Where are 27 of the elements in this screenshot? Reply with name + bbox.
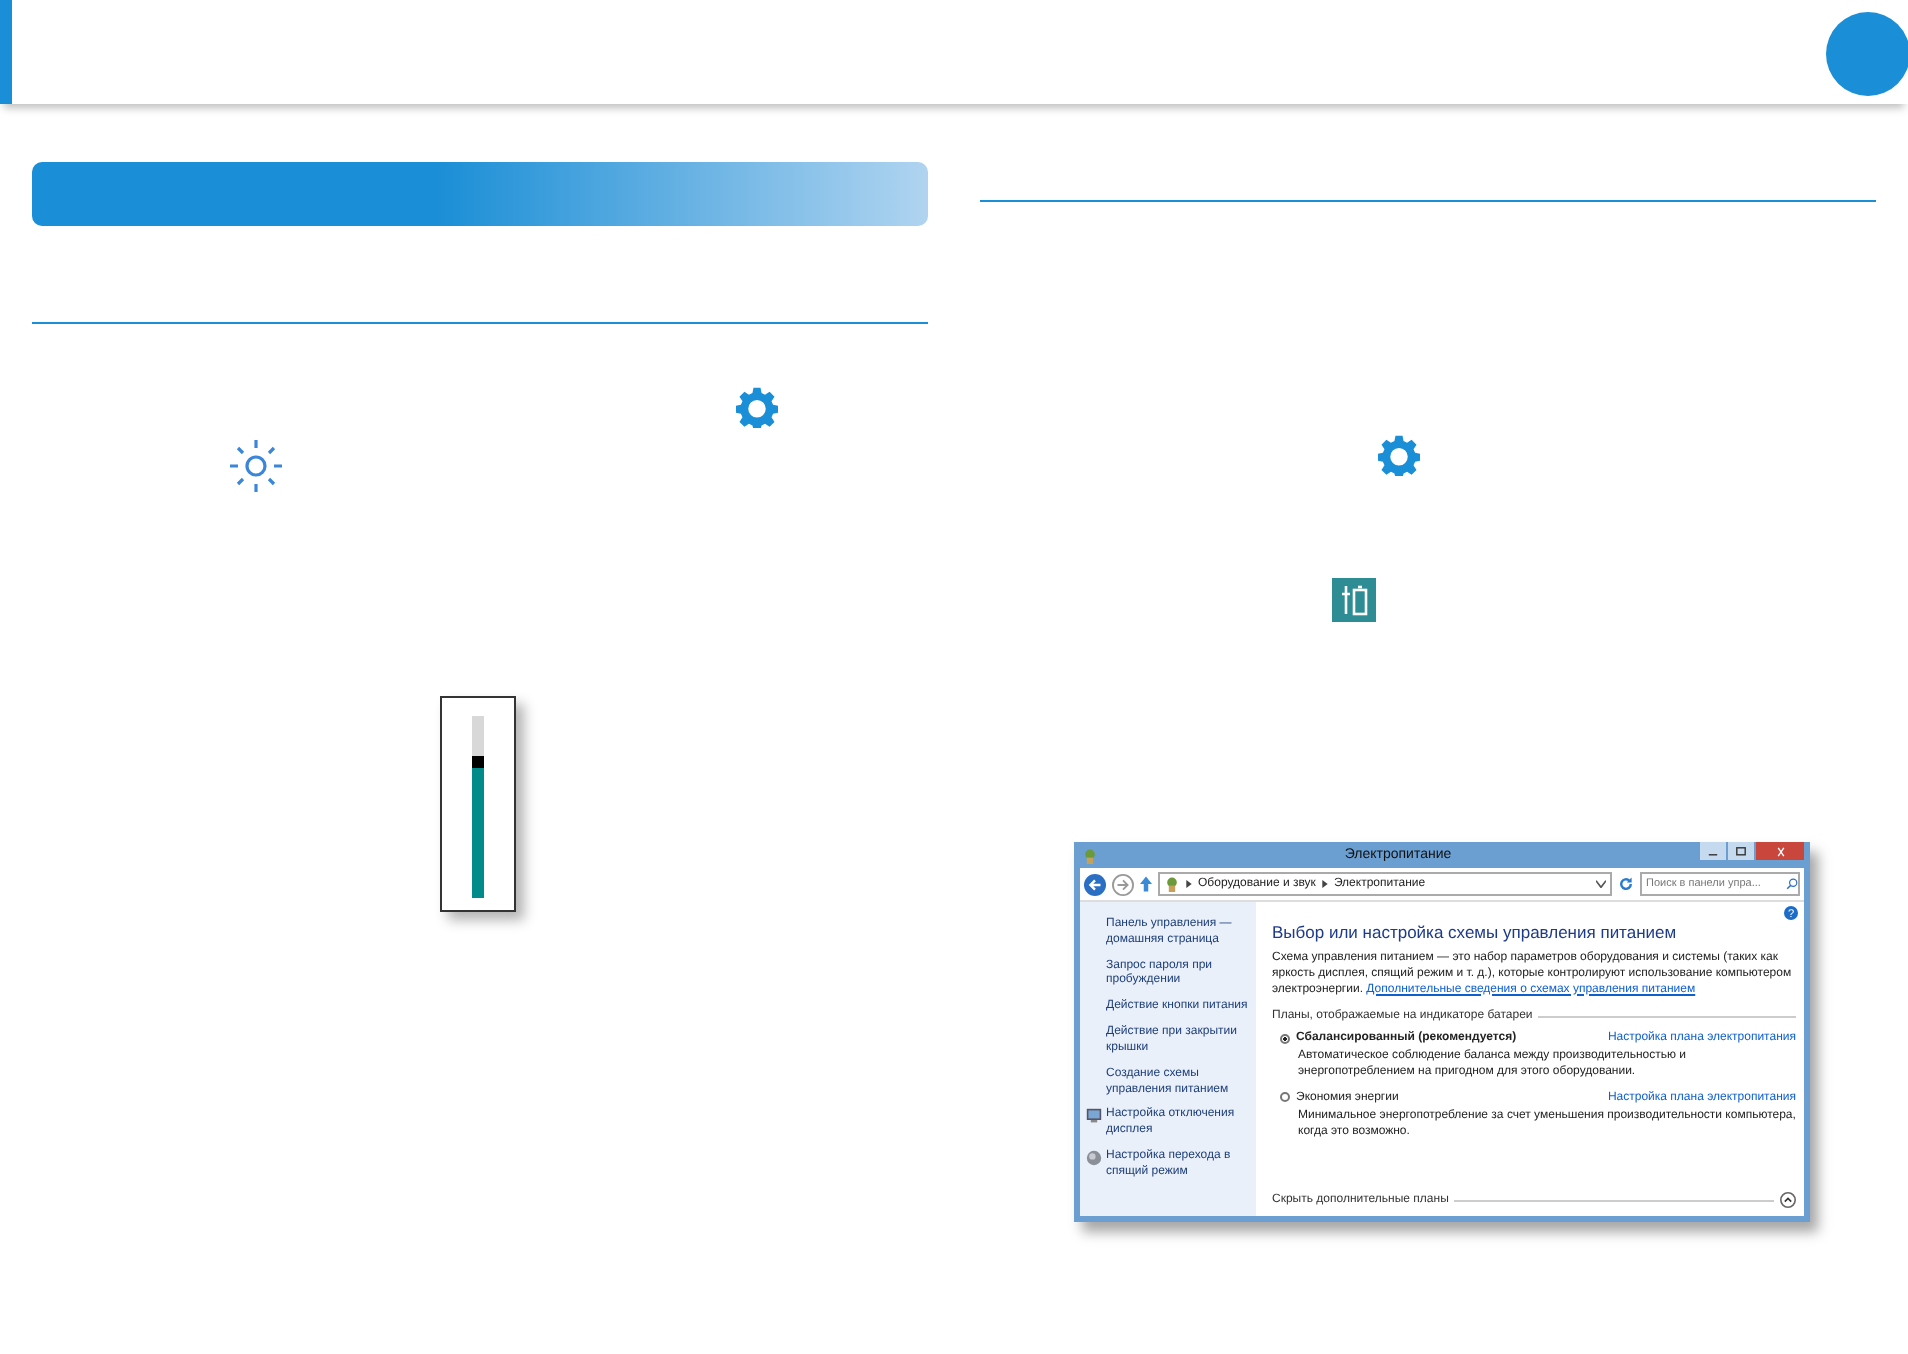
forward-button[interactable] (1112, 873, 1134, 895)
up-arrow-icon[interactable] (1140, 876, 1152, 892)
close-button[interactable] (1756, 842, 1804, 860)
chevron-icon (1186, 880, 1192, 888)
plan-radio[interactable] (1280, 1033, 1290, 1044)
plan-radio[interactable] (1280, 1092, 1290, 1103)
collapse-button[interactable] (1780, 1192, 1796, 1208)
close-icon (1773, 845, 1787, 857)
header-accent-bar (0, 0, 12, 104)
settings-icon (736, 386, 778, 428)
maximize-icon (1734, 845, 1748, 857)
plant-icon (1164, 876, 1180, 892)
maximize-button[interactable] (1728, 842, 1754, 860)
refresh-icon[interactable] (1618, 876, 1634, 892)
back-button[interactable] (1084, 873, 1106, 895)
page-number-circle (1826, 12, 1908, 96)
search-icon (1786, 878, 1798, 890)
plant-icon (1082, 847, 1098, 863)
dropdown-icon[interactable] (1596, 880, 1606, 888)
monitor-icon (1086, 1108, 1102, 1125)
content-heading: Выбор или настройка схемы управления питанием (1272, 922, 1679, 942)
brightness-icon (230, 440, 282, 492)
battery-settings-icon (1332, 578, 1376, 622)
brightness-slider-track[interactable] (472, 716, 484, 898)
settings-icon (1378, 434, 1420, 476)
globe-icon (1086, 1149, 1102, 1166)
chevron-icon (1321, 880, 1328, 888)
